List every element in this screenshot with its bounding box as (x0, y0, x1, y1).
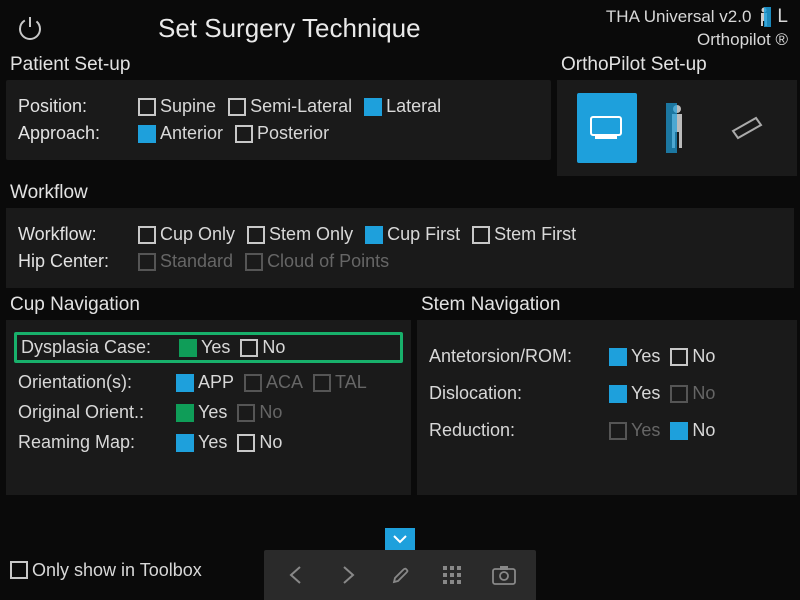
workflow-stem-only[interactable]: Stem Only (247, 224, 353, 245)
hip-center-cloud: Cloud of Points (245, 251, 389, 272)
orientation-app[interactable]: APP (176, 372, 234, 393)
reaming-label: Reaming Map: (18, 432, 166, 453)
stem-nav-title: Stem Navigation (421, 294, 797, 316)
ortho-camera-left[interactable] (577, 93, 637, 163)
patient-setup-section: Patient Set-up Position: Supine Semi-Lat… (6, 52, 551, 176)
version-info: THA Universal v2.0 L Orthopilot ® (606, 5, 788, 52)
orientation-tal: TAL (313, 372, 367, 393)
orthopilot-title: OrthoPilot Set-up (561, 54, 797, 76)
workflow-cup-only[interactable]: Cup Only (138, 224, 235, 245)
version-text: THA Universal v2.0 (606, 6, 752, 28)
ortho-camera-right[interactable] (717, 93, 777, 163)
page-title: Set Surgery Technique (48, 13, 606, 44)
dysplasia-yes[interactable]: Yes (179, 337, 230, 358)
orientation-label: Orientation(s): (18, 372, 166, 393)
workflow-stem-first[interactable]: Stem First (472, 224, 576, 245)
cup-nav-title: Cup Navigation (10, 294, 411, 316)
hip-center-label: Hip Center: (18, 251, 126, 272)
antetorsion-no[interactable]: No (670, 346, 715, 367)
reaming-no[interactable]: No (237, 432, 282, 453)
workflow-cup-first[interactable]: Cup First (365, 224, 460, 245)
hip-center-standard: Standard (138, 251, 233, 272)
reduction-no[interactable]: No (670, 420, 715, 441)
cup-navigation-section: Cup Navigation Dysplasia Case: Yes No Or… (6, 292, 411, 495)
power-button[interactable] (12, 10, 48, 46)
orthopilot-setup-section: OrthoPilot Set-up (557, 52, 797, 176)
dysplasia-row: Dysplasia Case: Yes No (14, 332, 403, 363)
orientation-aca: ACA (244, 372, 303, 393)
position-semi-lateral[interactable]: Semi-Lateral (228, 96, 352, 117)
body-side-icon (757, 7, 771, 27)
antetorsion-label: Antetorsion/ROM: (429, 346, 599, 367)
orig-orient-no: No (237, 402, 282, 423)
reduction-yes: Yes (609, 420, 660, 441)
approach-posterior[interactable]: Posterior (235, 123, 329, 144)
side-letter: L (777, 5, 788, 30)
orig-orient-yes[interactable]: Yes (176, 402, 227, 423)
dysplasia-no[interactable]: No (240, 337, 285, 358)
dysplasia-label: Dysplasia Case: (21, 337, 169, 358)
workflow-title: Workflow (10, 182, 794, 204)
brand-text: Orthopilot ® (697, 29, 788, 51)
only-show-toolbox[interactable]: Only show in Toolbox (10, 560, 202, 581)
workflow-label: Workflow: (18, 224, 126, 245)
dislocation-yes[interactable]: Yes (609, 383, 660, 404)
position-lateral[interactable]: Lateral (364, 96, 441, 117)
stem-navigation-section: Stem Navigation Antetorsion/ROM: Yes No … (417, 292, 797, 495)
dislocation-label: Dislocation: (429, 383, 599, 404)
reaming-yes[interactable]: Yes (176, 432, 227, 453)
position-supine[interactable]: Supine (138, 96, 216, 117)
ortho-patient-center[interactable] (647, 93, 707, 163)
patient-setup-title: Patient Set-up (10, 54, 551, 76)
approach-label: Approach: (18, 123, 126, 144)
dislocation-no: No (670, 383, 715, 404)
antetorsion-yes[interactable]: Yes (609, 346, 660, 367)
approach-anterior[interactable]: Anterior (138, 123, 223, 144)
orig-orient-label: Original Orient.: (18, 402, 166, 423)
position-label: Position: (18, 96, 126, 117)
reduction-label: Reduction: (429, 420, 599, 441)
